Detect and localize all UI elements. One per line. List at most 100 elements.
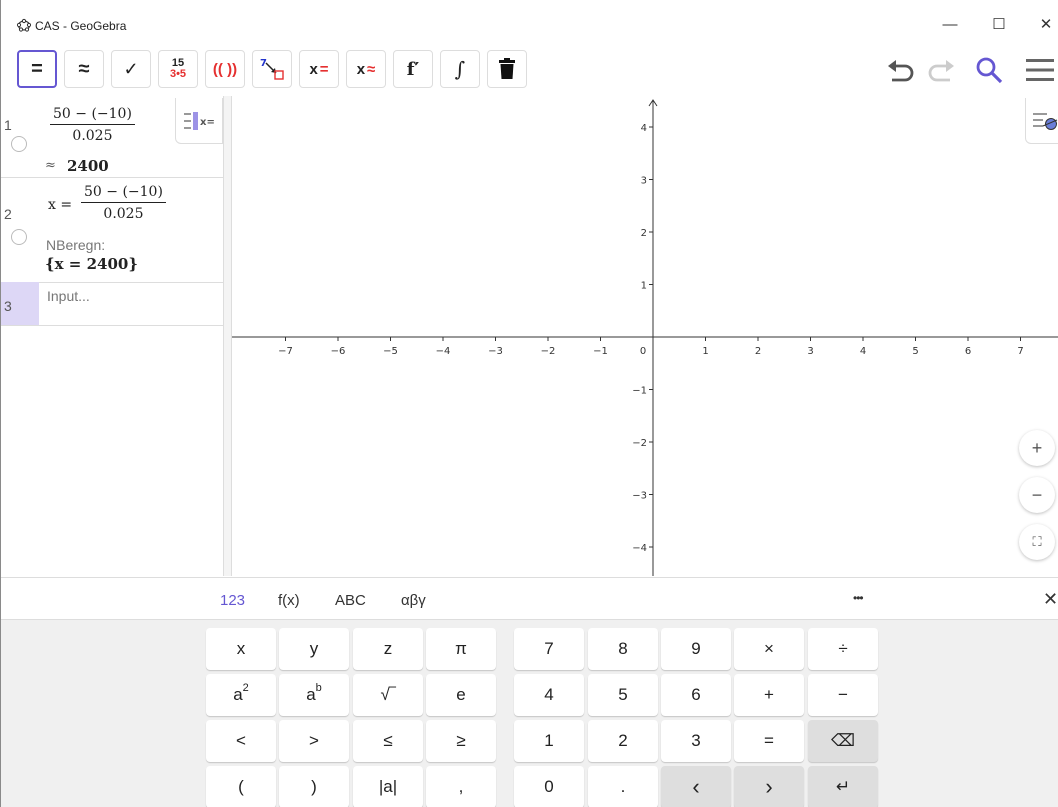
factor-button[interactable]: 15 3•5: [158, 50, 198, 88]
key-divide[interactable]: ÷: [808, 628, 878, 670]
maximize-button[interactable]: ☐: [984, 14, 1014, 36]
key-plus[interactable]: +: [734, 674, 804, 716]
x-tick-label: −6: [331, 346, 346, 357]
more-keys-button[interactable]: •••: [853, 591, 864, 605]
evaluate-button[interactable]: =: [17, 50, 57, 88]
x-tick-label: −1: [593, 346, 608, 357]
x-tick-label: −7: [278, 346, 293, 357]
key-power-base: a: [306, 685, 316, 704]
numeric-button[interactable]: ≈: [64, 50, 104, 88]
close-window-button[interactable]: ✕: [1031, 14, 1058, 36]
key-minus[interactable]: −: [808, 674, 878, 716]
tab-123[interactable]: 123: [220, 592, 245, 609]
redo-button[interactable]: [923, 52, 959, 88]
trash-icon: [499, 58, 515, 79]
key-greater-equal[interactable]: ≥: [426, 720, 496, 762]
key-x[interactable]: x: [206, 628, 276, 670]
tab-abc[interactable]: ABC: [335, 592, 366, 609]
panel-divider[interactable]: [223, 96, 232, 576]
key-z[interactable]: z: [353, 628, 423, 670]
key-power-exponent: b: [315, 682, 322, 694]
key-sqrt[interactable]: √‾: [353, 674, 423, 716]
x-tick-label: −3: [488, 346, 503, 357]
row-visibility-radio[interactable]: [11, 229, 27, 245]
keyboard-tabs: 123 f(x) ABC αβγ ••• ✕: [1, 577, 1058, 619]
delete-button[interactable]: [487, 50, 527, 88]
fraction-denominator: 0.025: [103, 206, 144, 222]
style-bar-icon: [1033, 112, 1058, 130]
cas-toolbar: = ≈ ✓ 15 3•5 (( )) 7 x = x ≈ f′ ∫: [1, 48, 1058, 92]
key-3[interactable]: 3: [661, 720, 731, 762]
cas-row[interactable]: 2 x = 50 − (−10) 0.025 NBeregn: {x = 240…: [1, 178, 223, 283]
key-2[interactable]: 2: [588, 720, 658, 762]
numeric-solve-button[interactable]: x ≈: [346, 50, 386, 88]
row-number: 1: [4, 117, 12, 133]
key-9[interactable]: 9: [661, 628, 731, 670]
key-0[interactable]: 0: [514, 766, 584, 807]
key-pi[interactable]: π: [426, 628, 496, 670]
x-tick-label: 3: [807, 346, 813, 357]
key-power[interactable]: ab: [279, 674, 349, 716]
zoom-in-button[interactable]: +: [1019, 430, 1055, 466]
key-square-base: a: [233, 685, 243, 704]
integral-icon: ∫: [454, 57, 466, 81]
solve-button[interactable]: x =: [299, 50, 339, 88]
key-1[interactable]: 1: [514, 720, 584, 762]
cursor-left-key[interactable]: ‹: [661, 766, 731, 807]
key-decimal[interactable]: .: [588, 766, 658, 807]
main-menu-button[interactable]: [1021, 52, 1058, 88]
y-tick-label: 4: [641, 123, 647, 134]
undo-button[interactable]: [883, 52, 919, 88]
key-greater-than[interactable]: >: [279, 720, 349, 762]
key-less-equal[interactable]: ≤: [353, 720, 423, 762]
derivative-button[interactable]: f′: [393, 50, 433, 88]
search-button[interactable]: [971, 52, 1007, 88]
minimize-button[interactable]: —: [935, 14, 965, 36]
key-6[interactable]: 6: [661, 674, 731, 716]
cursor-right-key[interactable]: ›: [734, 766, 804, 807]
key-abs[interactable]: |a|: [353, 766, 423, 807]
x-tick-label: 6: [965, 346, 971, 357]
close-keyboard-button[interactable]: ✕: [1043, 589, 1058, 610]
key-8[interactable]: 8: [588, 628, 658, 670]
key-less-than[interactable]: <: [206, 720, 276, 762]
window-title: CAS - GeoGebra: [35, 19, 127, 33]
graphics-style-toggle[interactable]: [1025, 98, 1058, 144]
key-y[interactable]: y: [279, 628, 349, 670]
enter-key[interactable]: ↵: [808, 766, 878, 807]
key-equals[interactable]: =: [734, 720, 804, 762]
keep-input-button[interactable]: ✓: [111, 50, 151, 88]
row-output: {x = 2400}: [45, 255, 138, 273]
row-output: 2400: [67, 157, 109, 175]
virtual-keyboard: x y z π a2 ab √‾ e < > ≤ ≥ ( ) |a| , 7 8…: [1, 619, 1058, 807]
fullscreen-button[interactable]: ⛶: [1019, 524, 1055, 560]
y-tick-label: 2: [641, 228, 647, 239]
y-tick-label: 3: [641, 176, 647, 187]
menu-icon: [1026, 59, 1054, 81]
tab-functions[interactable]: f(x): [278, 592, 300, 609]
cas-input-field[interactable]: Input...: [47, 288, 90, 304]
row-visibility-radio[interactable]: [11, 136, 27, 152]
tab-greek[interactable]: αβγ: [401, 592, 426, 609]
zoom-out-button[interactable]: −: [1019, 477, 1055, 513]
backspace-key[interactable]: ⌫: [808, 720, 878, 762]
key-open-paren[interactable]: (: [206, 766, 276, 807]
key-7[interactable]: 7: [514, 628, 584, 670]
undo-icon: [888, 60, 914, 82]
substitute-button[interactable]: 7: [252, 50, 292, 88]
expand-button[interactable]: (( )): [205, 50, 245, 88]
cas-style-toggle[interactable]: x=: [175, 98, 223, 144]
key-close-paren[interactable]: ): [279, 766, 349, 807]
key-5[interactable]: 5: [588, 674, 658, 716]
derivative-icon: f′: [406, 58, 420, 80]
integral-button[interactable]: ∫: [440, 50, 480, 88]
key-4[interactable]: 4: [514, 674, 584, 716]
key-e[interactable]: e: [426, 674, 496, 716]
x-tick-label: 1: [702, 346, 708, 357]
key-comma[interactable]: ,: [426, 766, 496, 807]
key-square[interactable]: a2: [206, 674, 276, 716]
key-multiply[interactable]: ×: [734, 628, 804, 670]
fraction-denominator: 0.025: [72, 128, 113, 144]
graphics-view[interactable]: −7 −6 −5 −4 −3 −2 −1 1 2 3 4 5 6 7 4 3 2 1 −1 −2 −3 −4 0: [232, 96, 1058, 576]
cas-input-row[interactable]: 3 Input...: [1, 282, 223, 326]
